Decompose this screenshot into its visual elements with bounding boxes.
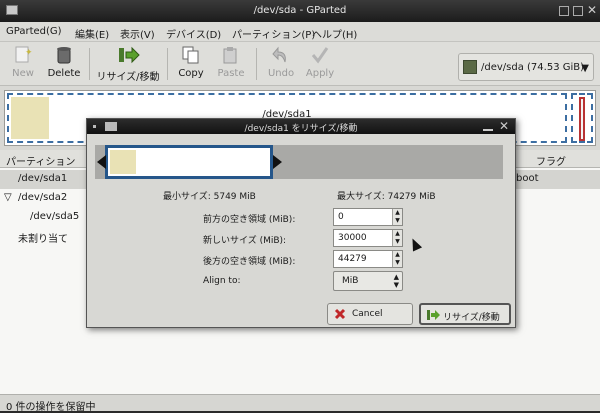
menu-help[interactable]: ヘルプ(H) <box>312 26 357 41</box>
dialog-titlebar[interactable]: /dev/sda1 をリサイズ/移動 ✕ <box>87 119 515 134</box>
max-size-label: 最大サイズ: 74279 MiB <box>337 192 436 202</box>
resizer-partition-box[interactable] <box>105 145 273 179</box>
column-header-partition[interactable]: パーティション <box>6 153 75 168</box>
resize-move-label: リサイズ/移動 <box>96 72 160 83</box>
undo-icon <box>271 46 291 64</box>
menu-partition[interactable]: パーティション(P) <box>232 26 315 41</box>
resize-handle-left-icon[interactable] <box>97 155 106 169</box>
apply-label: Apply <box>305 68 335 79</box>
paste-icon <box>221 46 241 64</box>
menu-edit[interactable]: 編集(E) <box>75 26 109 41</box>
paste-label: Paste <box>217 68 245 79</box>
partition-flags: boot <box>516 173 539 184</box>
cancel-label: Cancel <box>352 309 383 319</box>
device-selector[interactable]: /dev/sda (74.53 GiB) ▼ <box>458 53 594 81</box>
column-header-flags[interactable]: フラグ <box>536 153 566 168</box>
undo-button[interactable]: Undo <box>264 46 298 84</box>
resize-handle-right-icon[interactable] <box>273 155 282 169</box>
statusbar: 0 件の操作を保留中 <box>0 394 600 413</box>
copy-label: Copy <box>178 68 204 79</box>
new-button[interactable]: ✦ New <box>6 46 40 84</box>
close-icon[interactable]: ✕ <box>499 119 509 133</box>
copy-icon <box>181 46 201 64</box>
free-before-spinbutton[interactable]: 0 ▲ ▼ <box>333 208 403 226</box>
new-label: New <box>12 68 34 79</box>
resize-move-confirm-label: リサイズ/移動 <box>443 313 500 323</box>
spin-arrows-icon[interactable]: ▲ ▼ <box>392 251 402 267</box>
align-to-label: Align to: <box>203 276 241 286</box>
partition-name: /dev/sda5 <box>30 211 80 222</box>
minimize-icon[interactable] <box>483 122 493 131</box>
hard-disk-icon <box>463 60 477 74</box>
checkmark-icon <box>310 46 330 64</box>
align-to-combobox[interactable]: MiB ▲ ▼ <box>333 271 403 291</box>
partition-name: /dev/sda1 <box>18 173 68 184</box>
spin-arrows-icon[interactable]: ▲ ▼ <box>392 230 402 246</box>
free-after-label: 後方の空き領域 (MiB): <box>203 257 296 267</box>
chevron-updown-icon: ▲ ▼ <box>393 273 399 289</box>
gparted-window: /dev/sda - GParted ✕ GParted(G) 編集(E) 表示… <box>0 0 600 413</box>
delete-button[interactable]: Delete <box>44 46 84 84</box>
maximize-icon[interactable] <box>573 6 583 16</box>
resize-move-button[interactable]: リサイズ/移動 <box>95 46 161 84</box>
new-size-spinbutton[interactable]: 30000 ▲ ▼ <box>333 229 403 247</box>
spin-arrows-icon[interactable]: ▲ ▼ <box>392 209 402 225</box>
toolbar-separator <box>256 48 257 80</box>
paste-button[interactable]: Paste <box>214 46 248 84</box>
menu-view[interactable]: 表示(V) <box>120 26 155 41</box>
partition-map-sda5[interactable] <box>579 97 585 141</box>
free-before-value: 0 <box>338 212 344 222</box>
minimize-icon[interactable] <box>559 6 569 16</box>
free-after-spinbutton[interactable]: 44279 ▲ ▼ <box>333 250 403 268</box>
menubar: GParted(G) 編集(E) 表示(V) デバイス(D) パーティション(P… <box>0 22 600 42</box>
partition-resizer[interactable] <box>95 141 503 181</box>
window-titlebar[interactable]: /dev/sda - GParted ✕ <box>0 0 600 22</box>
partition-name: 未割り当て <box>18 234 68 245</box>
free-after-value: 44279 <box>338 254 367 264</box>
chevron-down-icon: ▼ <box>581 63 589 74</box>
free-before-label: 前方の空き領域 (MiB): <box>203 215 296 225</box>
apply-button[interactable]: Apply <box>302 46 338 84</box>
trash-icon <box>54 46 74 64</box>
device-selector-value: /dev/sda (74.53 GiB) <box>481 62 585 73</box>
toolbar-separator <box>89 48 90 80</box>
menu-device[interactable]: デバイス(D) <box>166 26 221 41</box>
undo-label: Undo <box>267 68 295 79</box>
partition-name: /dev/sda2 <box>18 192 68 203</box>
resizer-used-space <box>110 150 136 174</box>
toolbar-separator <box>167 48 168 80</box>
close-icon[interactable]: ✕ <box>587 3 597 17</box>
new-size-label: 新しいサイズ (MiB): <box>203 236 287 246</box>
new-size-value: 30000 <box>338 233 367 243</box>
resize-move-dialog: /dev/sda1 をリサイズ/移動 ✕ 最小サイズ: 5749 MiB 最大サ… <box>86 118 516 328</box>
delete-label: Delete <box>47 68 81 79</box>
menu-gparted[interactable]: GParted(G) <box>6 26 62 37</box>
svg-text:✦: ✦ <box>25 48 33 58</box>
min-size-label: 最小サイズ: 5749 MiB <box>163 192 256 202</box>
cancel-button[interactable]: Cancel <box>327 303 413 325</box>
resize-move-icon <box>118 46 140 64</box>
partition-map-extended[interactable] <box>571 93 593 143</box>
align-to-value: MiB <box>342 276 359 286</box>
window-title: /dev/sda - GParted <box>253 5 347 16</box>
expander-icon[interactable]: ▽ <box>4 192 12 203</box>
resize-move-confirm-button[interactable]: リサイズ/移動 <box>419 303 511 325</box>
cancel-x-icon <box>334 308 346 320</box>
copy-button[interactable]: Copy <box>174 46 208 84</box>
resize-move-icon <box>427 309 440 321</box>
new-icon: ✦ <box>13 46 33 64</box>
dialog-title: /dev/sda1 をリサイズ/移動 <box>244 124 358 134</box>
